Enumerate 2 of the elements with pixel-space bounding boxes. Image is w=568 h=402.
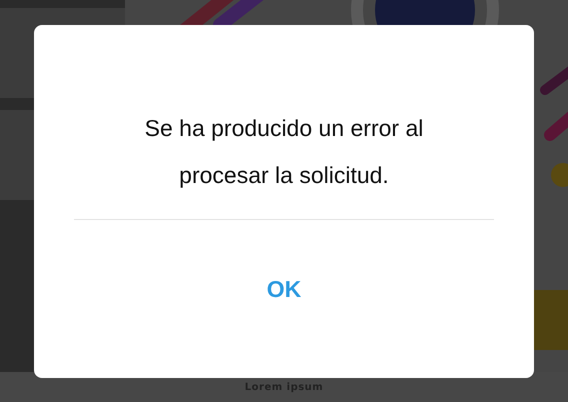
error-message: Se ha producido un error al procesar la solicitud. — [144, 114, 424, 190]
ok-button[interactable]: OK — [254, 272, 314, 307]
